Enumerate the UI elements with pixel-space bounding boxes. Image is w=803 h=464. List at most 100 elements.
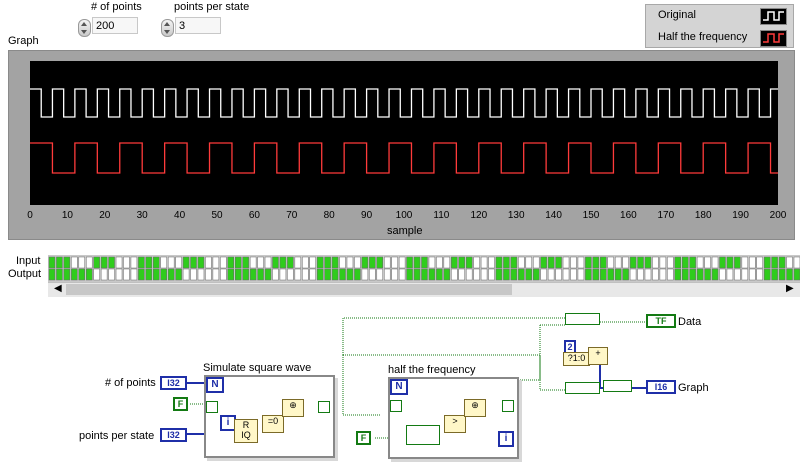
boolean-cell[interactable] [540,256,547,269]
boolean-cell[interactable] [406,256,413,269]
boolean-cell[interactable] [763,256,771,269]
boolean-cell[interactable] [704,268,711,281]
boolean-cell[interactable] [421,268,428,281]
boolean-cell[interactable] [480,256,488,269]
boolean-cell[interactable] [398,256,406,269]
boolean-cell[interactable] [78,268,85,281]
boolean-cell[interactable] [376,256,383,269]
boolean-cell[interactable] [48,268,56,281]
boolean-cell[interactable] [778,268,786,281]
boolean-cell[interactable] [734,256,741,269]
boolean-cell[interactable] [682,256,689,269]
boolean-cell[interactable] [86,268,93,281]
boolean-cell[interactable] [577,268,585,281]
boolean-cell[interactable] [361,268,369,281]
boolean-cell[interactable] [56,256,63,269]
boolean-cell[interactable] [294,268,302,281]
plot-legend[interactable]: Original Half the frequency [645,4,794,48]
boolean-cell[interactable] [279,256,287,269]
boolean-cell[interactable] [458,268,465,281]
shift-register-left[interactable] [206,401,218,413]
boolean-cell[interactable] [577,256,585,269]
boolean-cell[interactable] [212,256,220,269]
boolean-cell[interactable] [160,256,167,269]
boolean-cell[interactable] [771,268,778,281]
boolean-cell[interactable] [235,256,242,269]
boolean-cell[interactable] [287,256,294,269]
boolean-cell[interactable] [309,256,316,269]
boolean-cell[interactable] [175,256,182,269]
boolean-cell[interactable] [711,268,719,281]
boolean-cell[interactable] [793,256,801,269]
boolean-cell[interactable] [443,268,451,281]
boolean-cell[interactable] [398,268,406,281]
boolean-cell[interactable] [138,256,145,269]
boolean-cell[interactable] [495,268,503,281]
boolean-cell[interactable] [488,268,495,281]
boolean-cell[interactable] [518,268,525,281]
boolean-cell[interactable] [138,268,145,281]
boolean-cell[interactable] [562,268,570,281]
boolean-cell[interactable] [153,268,160,281]
boolean-cell[interactable] [130,256,138,269]
num-points-value[interactable]: 200 [92,17,138,34]
boolean-cell[interactable] [622,268,629,281]
boolean-cell[interactable] [123,268,130,281]
boolean-cell[interactable] [227,256,235,269]
boolean-cell[interactable] [369,268,376,281]
boolean-cell[interactable] [704,256,711,269]
boolean-cell[interactable] [510,268,518,281]
boolean-cell[interactable] [696,256,704,269]
boolean-cell[interactable] [272,268,279,281]
boolean-cell[interactable] [86,256,93,269]
boolean-cell[interactable] [316,268,324,281]
boolean-cell[interactable] [100,256,108,269]
quotient-remainder-node[interactable]: R IQ [234,419,258,443]
false-constant-2[interactable]: F [356,431,371,445]
boolean-cell[interactable] [93,268,100,281]
boolean-cell[interactable] [272,256,279,269]
build-array-node-3[interactable] [603,380,632,392]
boolean-cell[interactable] [763,268,771,281]
boolean-cell[interactable] [212,268,220,281]
boolean-cell[interactable] [63,268,71,281]
boolean-cell[interactable] [428,268,436,281]
boolean-cell[interactable] [339,256,346,269]
boolean-cell[interactable] [726,268,734,281]
boolean-cell[interactable] [674,256,681,269]
boolean-cell[interactable] [145,268,153,281]
build-array-node-2[interactable] [565,382,600,394]
boolean-cell[interactable] [197,256,205,269]
build-array-node[interactable] [565,313,600,325]
waveform-plot[interactable] [30,61,778,205]
boolean-cell[interactable] [130,268,138,281]
boolean-cell[interactable] [324,256,331,269]
boolean-cell[interactable] [413,268,421,281]
boolean-cell[interactable] [71,268,78,281]
for-loop-half-frequency[interactable]: N > ⊕ i [388,377,519,459]
boolean-cell[interactable] [652,256,659,269]
boolean-cell[interactable] [108,256,115,269]
boolean-cell[interactable] [242,256,249,269]
boolean-cell[interactable] [205,268,212,281]
boolean-cell[interactable] [175,268,182,281]
boolean-cell[interactable] [167,256,175,269]
boolean-cell[interactable] [302,268,309,281]
boolean-cell[interactable] [600,268,607,281]
boolean-cell[interactable] [458,256,465,269]
boolean-cell[interactable] [436,268,443,281]
boolean-cell[interactable] [421,256,428,269]
boolean-cell[interactable] [778,256,786,269]
boolean-cell[interactable] [71,256,78,269]
boolean-cell[interactable] [749,256,756,269]
boolean-cell[interactable] [257,268,264,281]
boolean-cell[interactable] [786,256,793,269]
boolean-cell[interactable] [518,256,525,269]
boolean-cell[interactable] [570,256,577,269]
boolean-cell[interactable] [108,268,115,281]
boolean-cell[interactable] [182,268,190,281]
boolean-cell[interactable] [279,268,287,281]
boolean-cell[interactable] [100,268,108,281]
boolean-cell[interactable] [242,268,249,281]
boolean-cell[interactable] [510,256,518,269]
